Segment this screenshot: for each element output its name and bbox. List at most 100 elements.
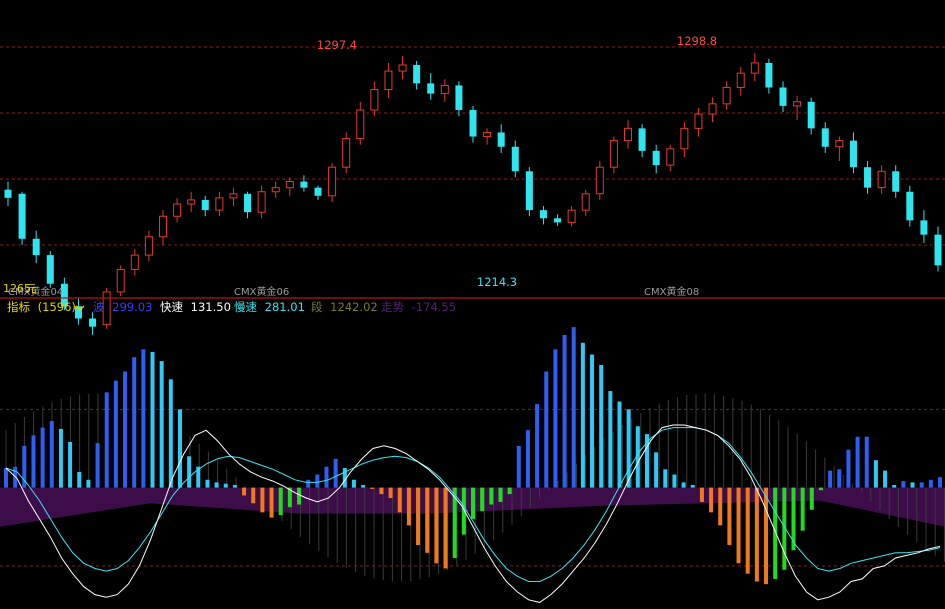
bo-value: 299.03 (112, 300, 152, 314)
up-candle-body (285, 181, 294, 189)
down-candle-body (638, 128, 646, 151)
wave-bar-positive (672, 474, 677, 488)
down-candle-body (89, 318, 97, 327)
indicator-name[interactable]: 指标 (7, 300, 30, 314)
down-candle-body (201, 199, 209, 211)
wave-bar-positive (901, 481, 906, 488)
wave-bar-positive (77, 471, 82, 488)
wave-bar-negative (242, 487, 247, 496)
up-candle-body (694, 113, 703, 129)
wave-bar-negative (800, 487, 805, 531)
up-candle-body (567, 209, 576, 223)
up-candle-body (609, 140, 618, 168)
wave-bar-negative (434, 487, 439, 564)
wave-bar-positive (40, 427, 45, 488)
down-candle-body (18, 193, 26, 239)
svg-text:快速 131.50: 快速 131.50 (160, 300, 231, 314)
svg-text:慢速 281.01: 慢速 281.01 (234, 300, 305, 314)
up-candle-body (793, 101, 802, 107)
wave-bar-positive (608, 391, 613, 488)
wave-bar-positive (214, 482, 219, 488)
down-candle-body (413, 64, 421, 84)
wave-bar-negative (443, 487, 448, 569)
contract-label-06: CMX黄金06 (234, 285, 289, 298)
down-candle-body (455, 85, 463, 110)
wave-bar-negative (425, 487, 430, 553)
wave-bar-positive (324, 466, 329, 488)
wave-bar-negative (297, 487, 302, 505)
duan-label: 段 (311, 300, 323, 314)
wave-bar-positive (864, 436, 869, 488)
down-candle-body (469, 109, 477, 137)
svg-text:走势 -174.55: 走势 -174.55 (381, 300, 456, 314)
wave-bar-negative (773, 487, 778, 579)
low-price-label: 1214.3 (477, 275, 517, 289)
svg-text:段 1242.02: 段 1242.02 (311, 300, 378, 314)
wave-bar-negative (489, 487, 494, 505)
wave-bar-positive (837, 469, 842, 488)
down-candle-body (807, 101, 815, 129)
wave-bar-positive (892, 484, 897, 488)
chart-canvas: 1297.4 1298.8 1214.3 CMX黄金04 1265 元 CMX黄… (0, 0, 945, 609)
up-candle-body (736, 72, 745, 88)
down-candle-body (314, 187, 322, 196)
up-candle-body (384, 70, 393, 91)
up-candle-body (229, 193, 238, 199)
down-candle-body (525, 171, 533, 211)
down-candle-body (32, 238, 40, 256)
down-candle-body (300, 181, 308, 188)
up-candle-body (328, 166, 337, 197)
up-candle-body (356, 109, 365, 140)
left-edge-unit-label: 元 (26, 283, 37, 295)
wave-bar-positive (855, 436, 860, 488)
down-candle-body (652, 150, 660, 166)
wave-bar-negative (260, 487, 265, 513)
up-candle-body (173, 203, 182, 217)
wave-bar-negative (278, 487, 283, 515)
wave-bar-positive (205, 479, 210, 488)
wave-bar-negative (809, 487, 814, 510)
wave-bar-negative (406, 487, 411, 526)
wave-bar-negative (709, 487, 714, 513)
wave-bar-positive (535, 404, 540, 488)
up-candle-body (722, 86, 731, 105)
wave-bar-positive (113, 380, 118, 488)
bo-label: 波 (93, 300, 105, 314)
high-price-label-1: 1297.4 (317, 38, 357, 52)
up-candle-body (144, 236, 153, 256)
up-candle-body (187, 199, 196, 205)
down-candle-body (497, 132, 505, 147)
indicator-param[interactable]: (1596) (38, 300, 76, 314)
wave-bar-negative (699, 487, 704, 502)
up-candle-body (835, 140, 844, 148)
wave-bar-positive (49, 421, 54, 488)
wave-bar-positive (681, 482, 686, 488)
wave-bar-negative (764, 487, 769, 585)
wave-bar-positive (31, 435, 36, 488)
up-candle-body (624, 127, 632, 142)
up-candle-body (215, 197, 224, 211)
wave-bar-negative (461, 487, 466, 535)
indicator-selector[interactable]: 指标 (1596) (7, 300, 76, 314)
down-candle-body (864, 167, 872, 188)
wave-bar-negative (745, 487, 750, 574)
down-candle-body (427, 83, 435, 94)
wave-bar-negative (388, 487, 393, 499)
wave-bar-positive (928, 479, 933, 488)
down-candle-body (511, 146, 519, 172)
up-candle-body (581, 193, 590, 211)
kuai-value: 131.50 (191, 300, 231, 314)
down-candle-body (906, 191, 914, 221)
down-candle-body (4, 189, 12, 198)
wave-bar-negative (718, 487, 723, 526)
wave-bar-positive (177, 409, 182, 488)
down-candle-body (892, 171, 900, 192)
up-candle-body (750, 62, 759, 74)
wave-bar-positive (910, 482, 915, 488)
up-candle-body (666, 148, 675, 166)
zoushi-value: -174.55 (412, 300, 456, 314)
down-candle-body (539, 210, 547, 219)
up-candle-body (398, 64, 407, 72)
wave-bar-positive (351, 479, 356, 488)
up-candle-body (595, 166, 604, 195)
